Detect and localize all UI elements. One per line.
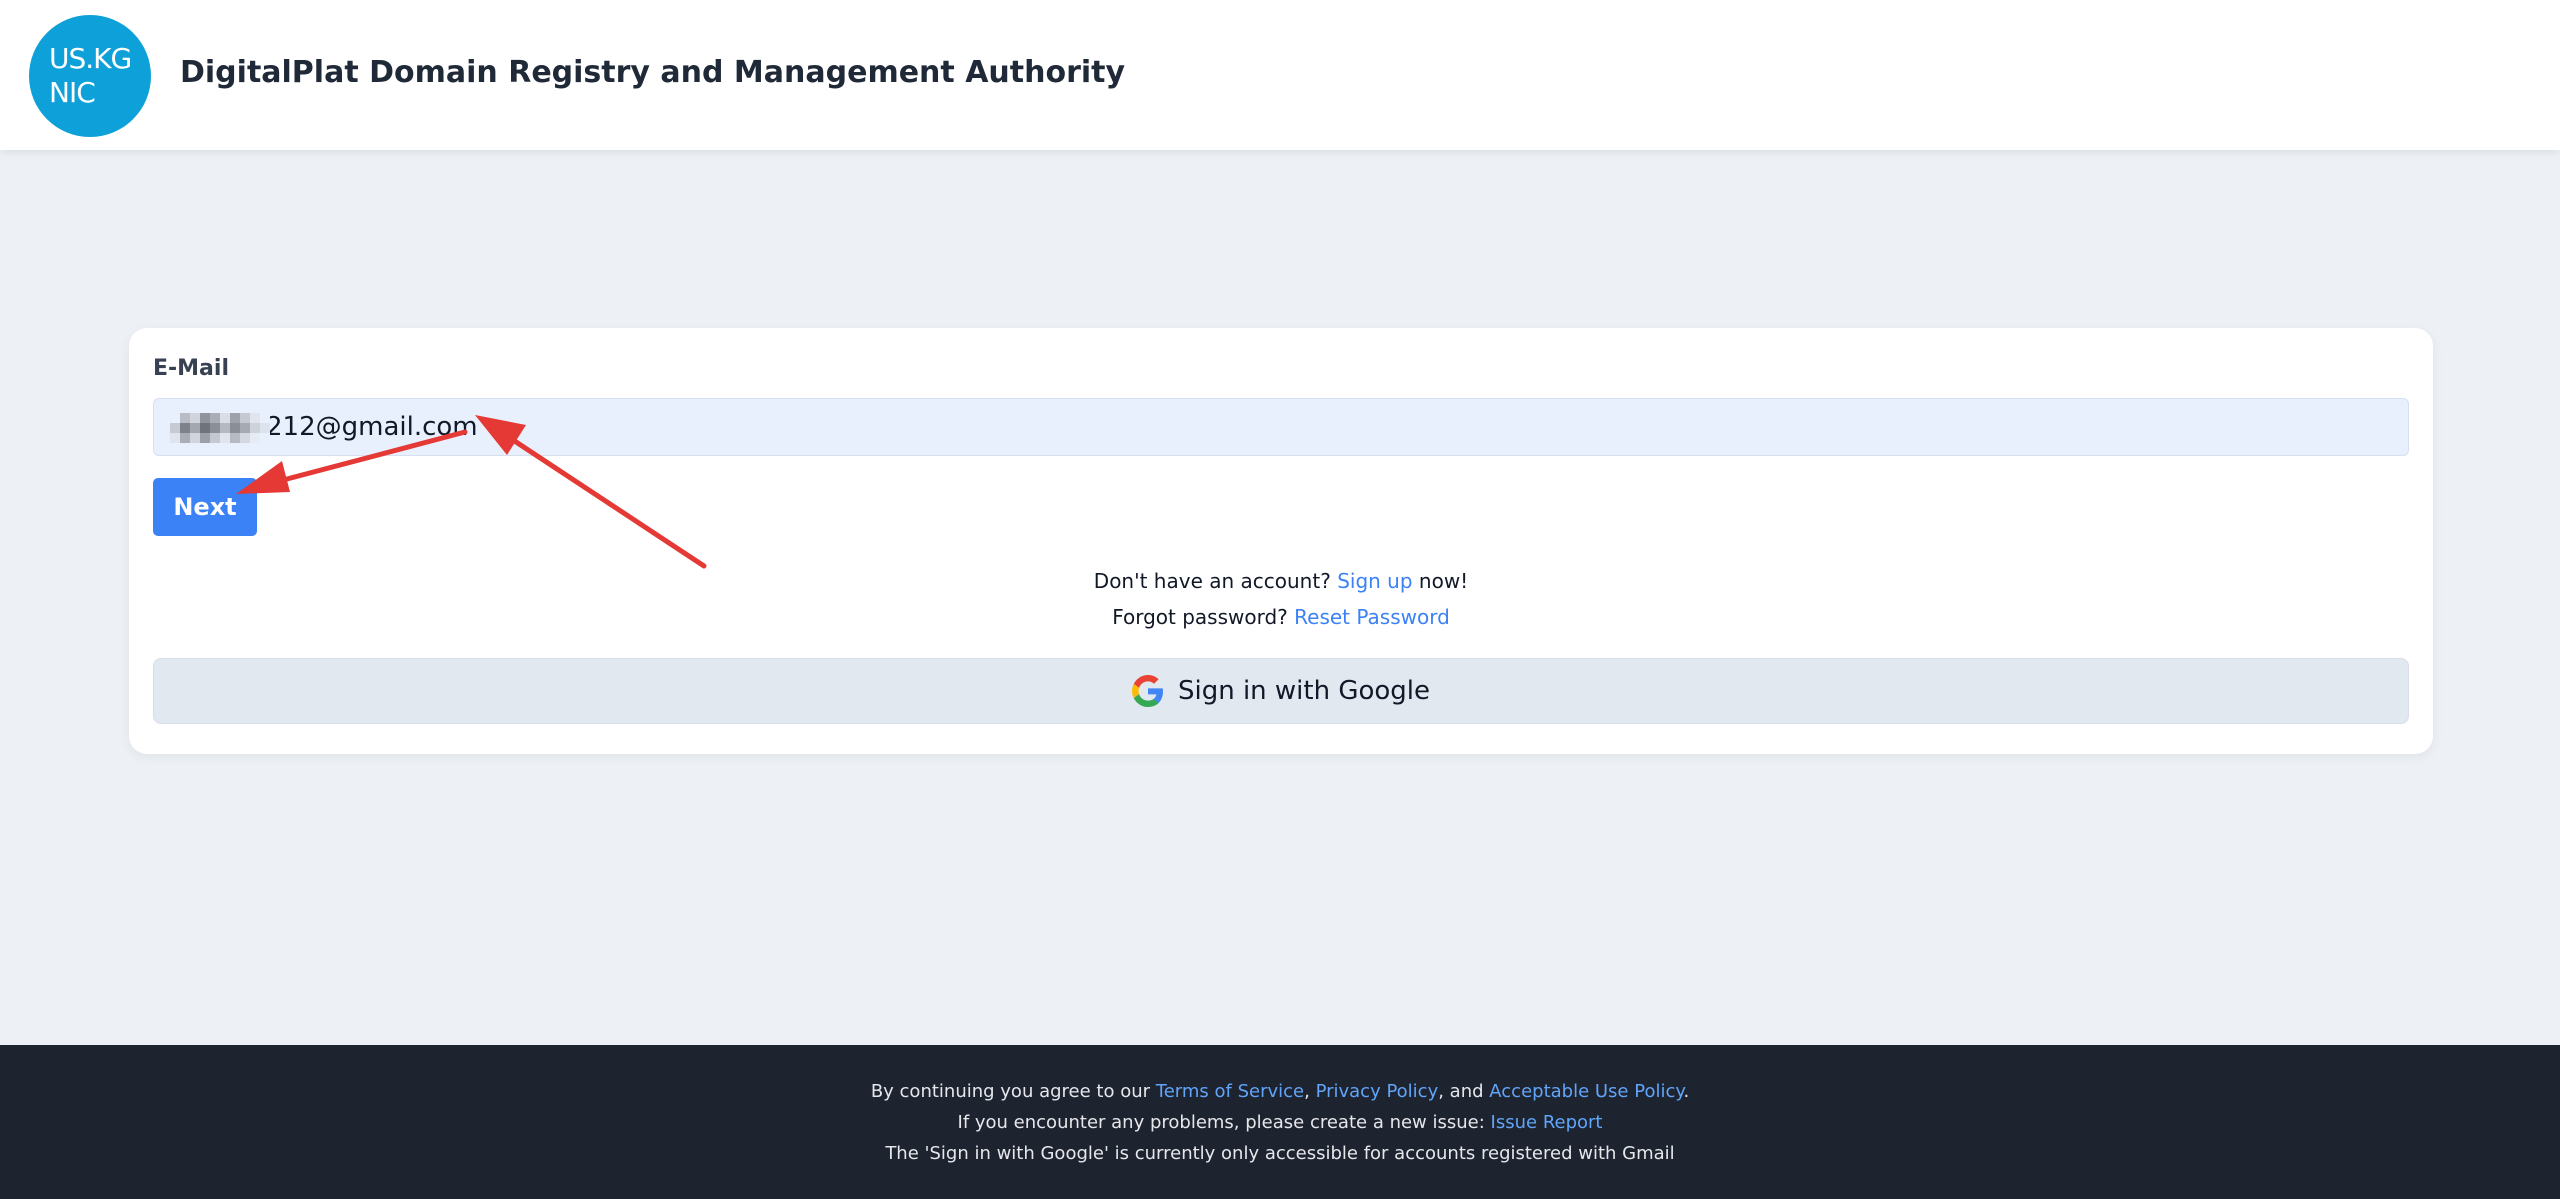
- page: US.KG NIC DigitalPlat Domain Registry an…: [0, 0, 2560, 1199]
- logo-line-1: US.KG: [49, 42, 132, 75]
- issue-report-link[interactable]: Issue Report: [1491, 1112, 1603, 1133]
- reset-password-link[interactable]: Reset Password: [1294, 605, 1450, 629]
- google-signin-button[interactable]: Sign in with Google: [153, 658, 2409, 724]
- google-g-icon: [1131, 675, 1163, 707]
- footer-issue-line: If you encounter any problems, please cr…: [0, 1112, 2560, 1133]
- email-value: 212@gmail.com: [266, 412, 478, 442]
- forgot-password-prompt: Forgot password? Reset Password: [129, 605, 2433, 629]
- footer-comma: ,: [1304, 1081, 1310, 1102]
- forgot-prefix: Forgot password?: [1112, 605, 1288, 629]
- footer-terms-prefix: By continuing you agree to our: [870, 1081, 1151, 1102]
- privacy-policy-link[interactable]: Privacy Policy: [1316, 1081, 1439, 1102]
- signup-link[interactable]: Sign up: [1337, 569, 1412, 593]
- email-label: E-Mail: [153, 356, 229, 381]
- footer-and: , and: [1438, 1081, 1484, 1102]
- signup-prompt: Don't have an account? Sign up now!: [129, 569, 2433, 593]
- site-logo[interactable]: US.KG NIC: [29, 15, 151, 137]
- logo-line-2: NIC: [49, 76, 96, 109]
- login-card: E-Mail 212@gmail.com Next Don't have an …: [129, 328, 2433, 754]
- footer-issue-prefix: If you encounter any problems, please cr…: [957, 1112, 1485, 1133]
- footer-terms-line: By continuing you agree to our Terms of …: [0, 1081, 2560, 1102]
- redacted-text-blur: [170, 413, 270, 443]
- signup-suffix: now!: [1418, 569, 1469, 593]
- footer-google-note: The 'Sign in with Google' is currently o…: [885, 1143, 1675, 1164]
- site-header: US.KG NIC DigitalPlat Domain Registry an…: [0, 0, 2560, 150]
- site-title: DigitalPlat Domain Registry and Manageme…: [180, 55, 1126, 90]
- terms-of-service-link[interactable]: Terms of Service: [1156, 1081, 1304, 1102]
- next-button[interactable]: Next: [153, 478, 257, 536]
- footer-period: .: [1683, 1081, 1690, 1102]
- acceptable-use-policy-link[interactable]: Acceptable Use Policy: [1489, 1081, 1683, 1102]
- google-signin-label: Sign in with Google: [1177, 676, 1431, 706]
- email-input[interactable]: 212@gmail.com: [153, 398, 2409, 456]
- signup-prefix: Don't have an account?: [1093, 569, 1331, 593]
- site-footer: By continuing you agree to our Terms of …: [0, 1045, 2560, 1199]
